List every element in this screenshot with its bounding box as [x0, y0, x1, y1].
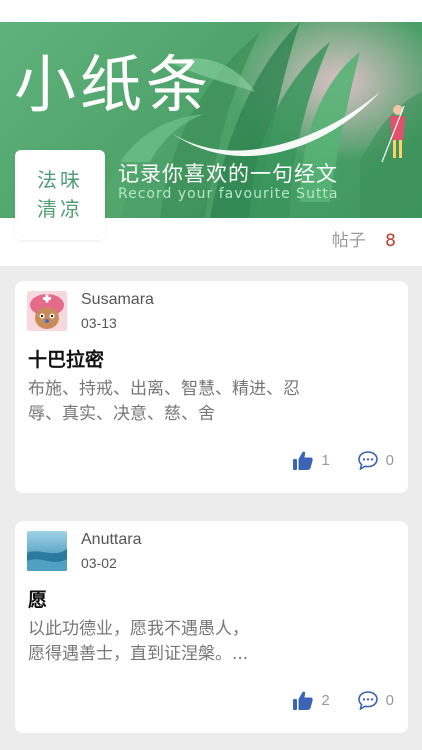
comment-button[interactable]: 0 [357, 451, 394, 470]
like-count: 2 [321, 692, 330, 709]
post-author[interactable]: Susamara [81, 291, 154, 309]
post-body: 布施、持戒、出离、智慧、精进、忍 辱、真实、决意、慈、舍 [28, 377, 388, 427]
post-body-line: 布施、持戒、出离、智慧、精进、忍 [28, 379, 300, 399]
comment-icon [357, 691, 378, 710]
post-title[interactable]: 愿 [28, 585, 47, 612]
post-body-line: 辱、真实、决意、慈、舍 [28, 404, 215, 424]
logo-line-1: 法味 [37, 168, 83, 192]
app-page: 小纸条 记录你喜欢的一句经文 Record your favourite Sut… [0, 0, 422, 750]
comment-count: 0 [385, 452, 394, 469]
thumbs-up-icon [293, 451, 314, 470]
post-body-line: 愿得遇善士，直到证涅槃。... [28, 644, 249, 664]
posts-counter: 帖子 8 [332, 226, 396, 251]
posts-label: 帖子 [331, 231, 366, 251]
post-card[interactable]: Susamara 03-13 十巴拉密 布施、持戒、出离、智慧、精进、忍 辱、真… [15, 281, 408, 493]
post-date: 03-02 [81, 555, 117, 571]
status-bar [0, 0, 422, 22]
like-button[interactable]: 1 [293, 451, 330, 470]
banner-title: 小纸条 [14, 48, 213, 121]
avatar-chopper-image [27, 291, 67, 331]
post-title[interactable]: 十巴拉密 [28, 345, 104, 372]
thumbs-up-icon [293, 691, 314, 710]
banner-subtitle-en: Record your favourite Sutta [118, 186, 339, 202]
avatar[interactable] [27, 531, 67, 571]
post-date: 03-13 [81, 315, 117, 331]
avatar-sea-image [27, 531, 67, 571]
post-card[interactable]: Anuttara 03-02 愿 以此功德业，愿我不遇愚人， 愿得遇善士，直到证… [15, 521, 408, 733]
post-body-line: 以此功德业，愿我不遇愚人， [28, 619, 249, 639]
comment-button[interactable]: 0 [357, 691, 394, 710]
post-actions: 2 0 [293, 691, 394, 710]
like-count: 1 [321, 452, 330, 469]
avatar[interactable] [27, 291, 67, 331]
posts-count: 8 [385, 231, 396, 251]
logo-line-2: 清凉 [37, 197, 83, 221]
comment-icon [357, 451, 378, 470]
post-actions: 1 0 [293, 451, 394, 470]
post-body: 以此功德业，愿我不遇愚人， 愿得遇善士，直到证涅槃。... [28, 617, 388, 667]
comment-count: 0 [385, 692, 394, 709]
banner-subtitle: 记录你喜欢的一句经文 [118, 162, 338, 186]
like-button[interactable]: 2 [293, 691, 330, 710]
post-author[interactable]: Anuttara [81, 531, 141, 549]
app-logo: 法味 清凉 [15, 150, 105, 240]
